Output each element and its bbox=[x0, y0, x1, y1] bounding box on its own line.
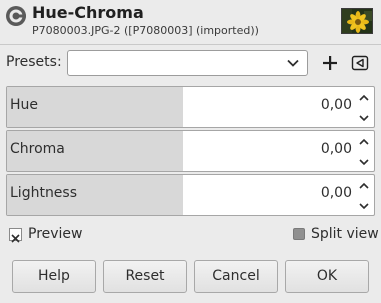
split-view-checkbox[interactable] bbox=[293, 228, 305, 240]
dialog-header: Hue-Chroma P7080003.JPG-2 ([P7080003] (i… bbox=[0, 0, 381, 44]
image-subtitle: P7080003.JPG-2 ([P7080003] (imported)) bbox=[32, 24, 259, 37]
spin-arrows-icon[interactable] bbox=[357, 178, 371, 214]
ok-button[interactable]: OK bbox=[285, 260, 369, 293]
hue-label: Hue bbox=[10, 97, 39, 113]
chevron-down-icon bbox=[287, 59, 299, 67]
chroma-label: Chroma bbox=[10, 141, 65, 157]
chroma-slider[interactable]: Chroma 0,00 bbox=[6, 130, 375, 172]
split-view-label: Split view bbox=[311, 226, 379, 242]
cancel-button[interactable]: Cancel bbox=[194, 260, 278, 293]
lightness-slider[interactable]: Lightness 0,00 bbox=[6, 174, 375, 216]
gimp-icon bbox=[6, 6, 26, 26]
spin-arrows-icon[interactable] bbox=[357, 90, 371, 126]
dialog-title: Hue-Chroma bbox=[32, 3, 144, 22]
hue-value[interactable]: 0,00 bbox=[321, 97, 352, 113]
help-button[interactable]: Help bbox=[12, 260, 96, 293]
plus-icon[interactable] bbox=[320, 53, 340, 73]
preview-label: Preview bbox=[28, 226, 83, 242]
reset-button[interactable]: Reset bbox=[103, 260, 187, 293]
presets-dropdown[interactable] bbox=[67, 50, 308, 76]
presets-label: Presets: bbox=[6, 54, 62, 70]
image-thumbnail bbox=[341, 8, 373, 34]
triangle-left-icon[interactable] bbox=[350, 53, 370, 73]
lightness-value[interactable]: 0,00 bbox=[321, 185, 352, 201]
spin-arrows-icon[interactable] bbox=[357, 134, 371, 170]
preview-checkbox[interactable] bbox=[9, 228, 22, 243]
lightness-label: Lightness bbox=[10, 185, 78, 201]
header-divider bbox=[0, 44, 381, 45]
hue-slider[interactable]: Hue 0,00 bbox=[6, 86, 375, 128]
check-x-icon bbox=[11, 234, 20, 243]
chroma-value[interactable]: 0,00 bbox=[321, 141, 352, 157]
split-view-toggle[interactable]: Split view bbox=[293, 226, 381, 244]
